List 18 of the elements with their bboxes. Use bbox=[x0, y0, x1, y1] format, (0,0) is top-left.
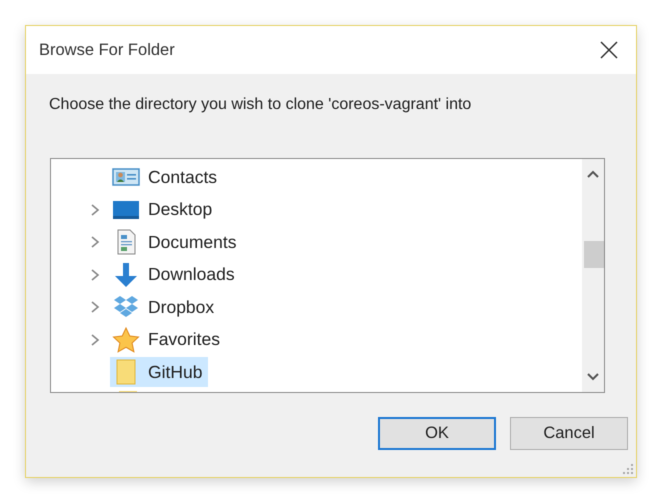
tree-item[interactable]: Dropbox bbox=[110, 292, 220, 322]
tree-item[interactable]: Contacts bbox=[110, 162, 224, 192]
close-icon bbox=[600, 41, 618, 59]
instruction-text: Choose the directory you wish to clone 'coreos-vagrant' into bbox=[49, 96, 472, 114]
monitor-icon bbox=[112, 198, 140, 221]
tree-item[interactable]: Desktop bbox=[110, 194, 218, 225]
tree-item[interactable]: Downloads bbox=[110, 260, 241, 290]
window-title: Browse For Folder bbox=[39, 40, 175, 60]
tree-item[interactable]: Favorites bbox=[110, 324, 226, 355]
tree-item[interactable]: GitHub bbox=[110, 357, 208, 388]
scrollbar[interactable] bbox=[582, 159, 604, 392]
ok-button[interactable]: OK bbox=[378, 417, 496, 450]
cancel-button[interactable]: Cancel bbox=[510, 417, 628, 450]
scrollbar-thumb[interactable] bbox=[584, 241, 604, 268]
star-icon bbox=[112, 326, 140, 353]
contact-card-icon bbox=[112, 166, 140, 188]
resize-grip-icon[interactable] bbox=[623, 464, 633, 474]
tree-item[interactable]: Documents bbox=[110, 227, 243, 258]
